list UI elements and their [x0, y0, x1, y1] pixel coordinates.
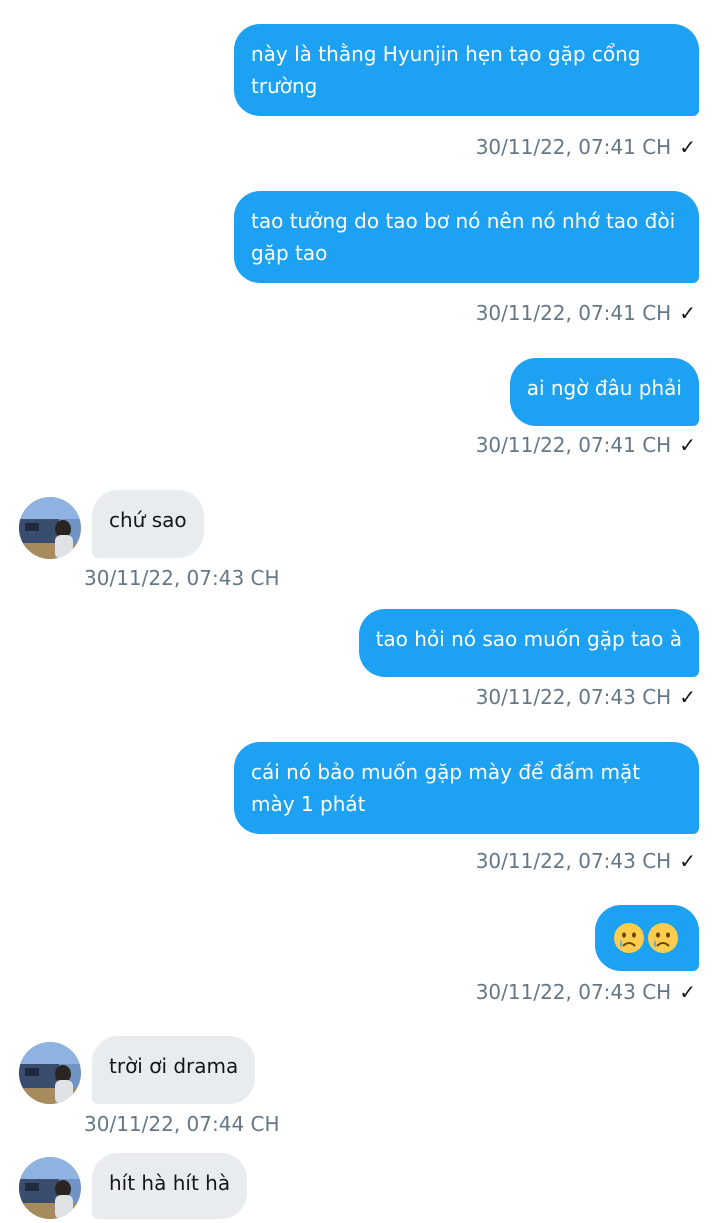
read-check-icon: ✓ [679, 980, 696, 1004]
message-timestamp: 30/11/22, 07:43 CH [84, 566, 280, 590]
avatar-photo [19, 497, 81, 559]
message-timestamp: 30/11/22, 07:43 CH ✓ [475, 849, 696, 873]
message-text: ai ngờ đâu phải [526, 376, 682, 400]
chat-conversation: này là thằng Hyunjin hẹn tạo gặp cổng tr… [0, 0, 720, 1223]
message-timestamp: 30/11/22, 07:43 CH ✓ [475, 980, 696, 1004]
message-text: tao tưởng do tao bơ nó nên nó nhớ tao đò… [251, 209, 676, 265]
read-check-icon: ✓ [679, 685, 696, 709]
contact-avatar[interactable] [19, 1157, 81, 1219]
message-bubble-incoming[interactable]: hít hà hít hà [92, 1153, 248, 1219]
message-bubble-outgoing[interactable]: cái nó bảo muốn gặp mày để đấm mặt mày 1… [234, 742, 699, 834]
read-check-icon: ✓ [679, 135, 696, 159]
message-text: trời ơi drama [109, 1054, 239, 1078]
message-timestamp: 30/11/22, 07:41 CH ✓ [475, 135, 696, 159]
message-bubble-outgoing[interactable]: này là thằng Hyunjin hẹn tạo gặp cổng tr… [234, 24, 699, 116]
message-text: hít hà hít hà [109, 1171, 231, 1195]
message-bubble-outgoing[interactable]: tao hỏi nó sao muốn gặp tao à [358, 609, 699, 677]
contact-avatar[interactable] [19, 497, 81, 559]
message-timestamp: 30/11/22, 07:41 CH ✓ [475, 433, 696, 457]
message-text: tao hỏi nó sao muốn gặp tao à [375, 627, 682, 651]
message-timestamp: 30/11/22, 07:43 CH ✓ [475, 685, 696, 709]
message-text: chứ sao [109, 508, 187, 532]
read-check-icon: ✓ [679, 849, 696, 873]
crying-face-icon [648, 922, 678, 953]
read-check-icon: ✓ [679, 301, 696, 325]
message-bubble-outgoing[interactable]: ai ngờ đâu phải [509, 358, 699, 426]
message-timestamp: 30/11/22, 07:41 CH ✓ [475, 301, 696, 325]
message-text: này là thằng Hyunjin hẹn tạo gặp cổng tr… [251, 42, 641, 98]
message-text: cái nó bảo muốn gặp mày để đấm mặt mày 1… [251, 760, 641, 816]
crying-face-icon [614, 922, 644, 953]
message-bubble-outgoing[interactable] [595, 905, 699, 971]
message-bubble-incoming[interactable]: trời ơi drama [92, 1036, 256, 1104]
read-check-icon: ✓ [679, 433, 696, 457]
message-bubble-incoming[interactable]: chứ sao [92, 490, 204, 558]
contact-avatar[interactable] [19, 1042, 81, 1104]
avatar-photo [19, 1157, 81, 1219]
message-timestamp: 30/11/22, 07:44 CH [84, 1112, 280, 1136]
avatar-photo [19, 1042, 81, 1104]
message-bubble-outgoing[interactable]: tao tưởng do tao bơ nó nên nó nhớ tao đò… [234, 191, 699, 283]
